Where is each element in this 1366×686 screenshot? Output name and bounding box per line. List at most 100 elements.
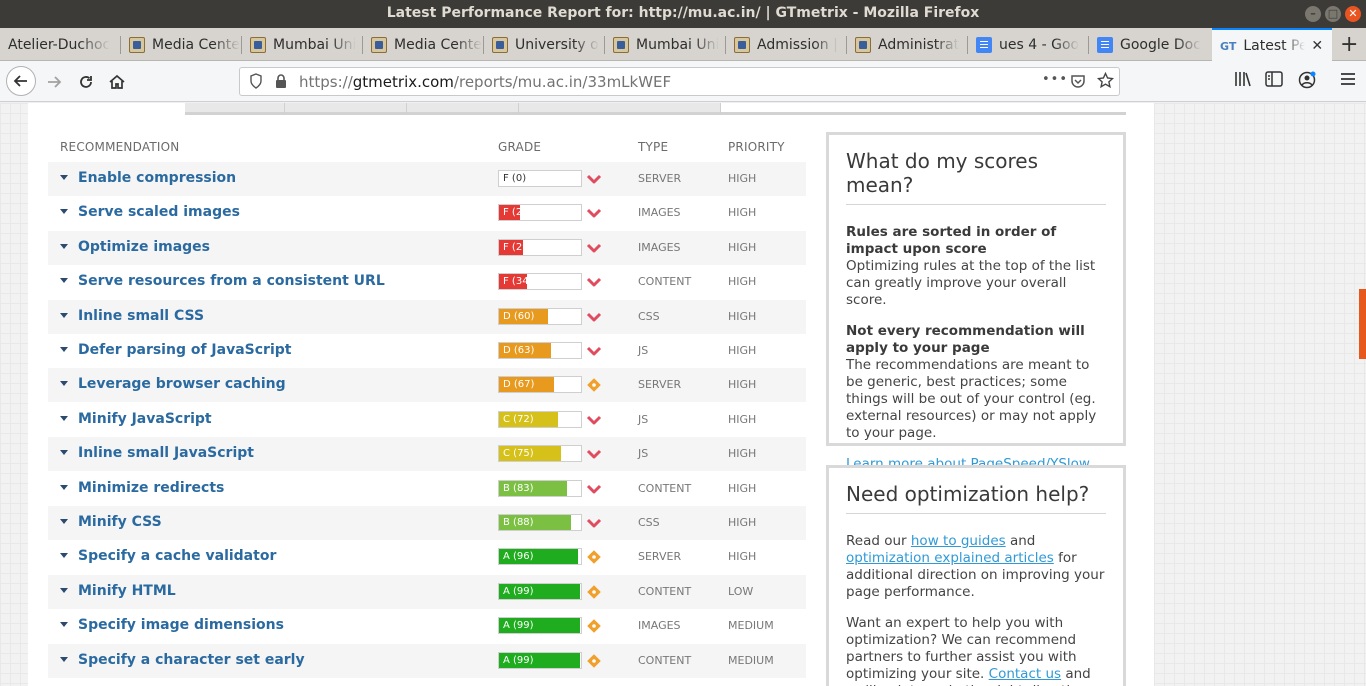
back-button[interactable] [6, 66, 36, 96]
chevron-down-icon [586, 412, 602, 428]
optimization-explained-link[interactable]: optimization explained articles [846, 550, 1054, 566]
close-window-button[interactable]: ✕ [1345, 6, 1361, 22]
recommendation-name[interactable]: Leverage browser caching [78, 376, 286, 392]
browser-tab[interactable]: University o [484, 28, 605, 61]
account-icon[interactable] [1298, 71, 1316, 93]
expand-arrow-icon[interactable] [60, 175, 68, 180]
close-tab-icon[interactable]: ✕ [1311, 38, 1323, 54]
table-row[interactable]: Specify a cache validator A (96) SERVER HIG… [48, 540, 806, 574]
recommendation-name[interactable]: Optimize images [78, 239, 210, 255]
browser-tab[interactable]: Google Doc [1089, 28, 1210, 61]
hamburger-menu-icon[interactable] [1340, 71, 1356, 90]
table-row[interactable]: Minify JavaScript C (72) JS HIGH [48, 403, 806, 437]
new-tab-button[interactable]: + [1340, 32, 1358, 57]
table-row[interactable]: Specify image dimensions A (99) IMAGES MEDI… [48, 609, 806, 643]
table-row[interactable]: Minify HTML A (99) CONTENT LOW [48, 575, 806, 609]
table-row[interactable]: Inline small CSS D (60) CSS HIGH [48, 300, 806, 334]
recommendation-name[interactable]: Serve resources from a consistent URL [78, 273, 385, 289]
scores-box-paragraph: Not every recommendation will apply to y… [846, 323, 1097, 441]
table-row[interactable]: Defer parsing of JavaScript D (63) JS HIGH [48, 334, 806, 368]
table-row[interactable]: Enable compression F (0) SERVER HIGH [48, 162, 806, 196]
report-tab[interactable] [407, 103, 519, 115]
grade-label: A (96) [503, 551, 534, 562]
table-row[interactable]: Inline small JavaScript C (75) JS HIGH [48, 437, 806, 471]
report-tab[interactable] [519, 103, 721, 115]
expand-arrow-icon[interactable] [60, 209, 68, 214]
bookmark-star-icon[interactable] [1096, 71, 1115, 93]
scrollbar-thumb[interactable] [1359, 289, 1366, 359]
expand-arrow-icon[interactable] [60, 622, 68, 627]
expand-arrow-icon[interactable] [60, 381, 68, 386]
table-row[interactable]: Minify CSS B (88) CSS HIGH [48, 506, 806, 540]
table-row[interactable]: Serve resources from a consistent URL F (… [48, 265, 806, 299]
expand-arrow-icon[interactable] [60, 244, 68, 249]
chevron-down-icon [586, 274, 602, 290]
browser-tab[interactable]: Administrat [847, 28, 968, 61]
report-tab-strip [185, 103, 1126, 115]
contact-us-link[interactable]: Contact us [989, 666, 1061, 682]
library-icon[interactable] [1234, 71, 1252, 91]
grade-label: F (34) [503, 276, 533, 287]
expand-arrow-icon[interactable] [60, 347, 68, 352]
recommendation-name[interactable]: Defer parsing of JavaScript [78, 342, 291, 358]
report-tab[interactable] [185, 103, 285, 115]
browser-tab[interactable]: Media Cente [121, 28, 242, 61]
page-actions-icon[interactable]: ••• [1042, 72, 1068, 87]
table-row[interactable]: Specify a character set early A (99) CONTE… [48, 644, 806, 678]
minimize-button[interactable]: – [1305, 6, 1321, 22]
recommendation-name[interactable]: Specify a cache validator [78, 548, 276, 564]
recommendation-name[interactable]: Enable compression [78, 170, 236, 186]
type-label: IMAGES [638, 241, 681, 254]
type-label: CONTENT [638, 585, 692, 598]
pocket-icon[interactable] [1070, 73, 1086, 93]
maximize-button[interactable]: □ [1325, 6, 1341, 22]
forward-arrow-icon [48, 76, 62, 88]
expand-arrow-icon[interactable] [60, 588, 68, 593]
tab-label: Media Cente [394, 36, 482, 53]
browser-tab[interactable]: Media Cente [363, 28, 484, 61]
sidebar-icon[interactable] [1265, 71, 1283, 91]
expand-arrow-icon[interactable] [60, 485, 68, 490]
recommendation-name[interactable]: Minimize redirects [78, 480, 224, 496]
grade-bar: F (0) [498, 170, 582, 187]
table-row[interactable]: Optimize images F (29) IMAGES HIGH [48, 231, 806, 265]
recommendation-name[interactable]: Specify image dimensions [78, 617, 284, 633]
lock-icon[interactable] [275, 73, 287, 93]
recommendation-name[interactable]: Specify a character set early [78, 652, 305, 668]
recommendation-name[interactable]: Minify JavaScript [78, 411, 212, 427]
expand-arrow-icon[interactable] [60, 416, 68, 421]
expand-arrow-icon[interactable] [60, 553, 68, 558]
reload-button[interactable] [72, 68, 100, 96]
recommendation-name[interactable]: Inline small CSS [78, 308, 204, 324]
recommendation-name[interactable]: Inline small JavaScript [78, 445, 254, 461]
url-bar[interactable]: https://gtmetrix.com/reports/mu.ac.in/33… [239, 67, 1120, 96]
tab-label: Mumbai Uni [273, 36, 357, 53]
browser-tab[interactable]: Atelier-Duchoc [0, 28, 121, 61]
home-button[interactable] [103, 68, 131, 96]
expand-arrow-icon[interactable] [60, 657, 68, 662]
table-row[interactable]: Minimize redirects B (83) CONTENT HIGH [48, 472, 806, 506]
browser-tab-active[interactable]: GT Latest Pe ✕ [1212, 28, 1332, 62]
report-tab[interactable] [285, 103, 407, 115]
how-to-guides-link[interactable]: how to guides [911, 533, 1006, 549]
recommendation-name[interactable]: Serve scaled images [78, 204, 240, 220]
expand-arrow-icon[interactable] [60, 278, 68, 283]
back-arrow-icon [13, 75, 27, 87]
recommendation-name[interactable]: Minify CSS [78, 514, 162, 530]
recommendation-name[interactable]: Minify HTML [78, 583, 176, 599]
shield-icon[interactable] [249, 73, 263, 93]
expand-arrow-icon[interactable] [60, 313, 68, 318]
browser-tab[interactable]: ues 4 - Goo [968, 28, 1089, 61]
tab-label: Latest Pe [1243, 38, 1306, 54]
expand-arrow-icon[interactable] [60, 450, 68, 455]
forward-button[interactable] [40, 68, 68, 96]
expand-arrow-icon[interactable] [60, 519, 68, 524]
type-label: IMAGES [638, 206, 681, 219]
url-text[interactable]: https://gtmetrix.com/reports/mu.ac.in/33… [299, 73, 671, 91]
browser-tab[interactable]: Admission | [726, 28, 847, 61]
chevron-down-icon [586, 171, 602, 187]
browser-tab[interactable]: Mumbai Uni [605, 28, 726, 61]
table-row[interactable]: Serve scaled images F (25) IMAGES HIGH [48, 196, 806, 230]
browser-tab[interactable]: Mumbai Uni [242, 28, 363, 61]
table-row[interactable]: Leverage browser caching D (67) SERVER HIGH [48, 368, 806, 402]
